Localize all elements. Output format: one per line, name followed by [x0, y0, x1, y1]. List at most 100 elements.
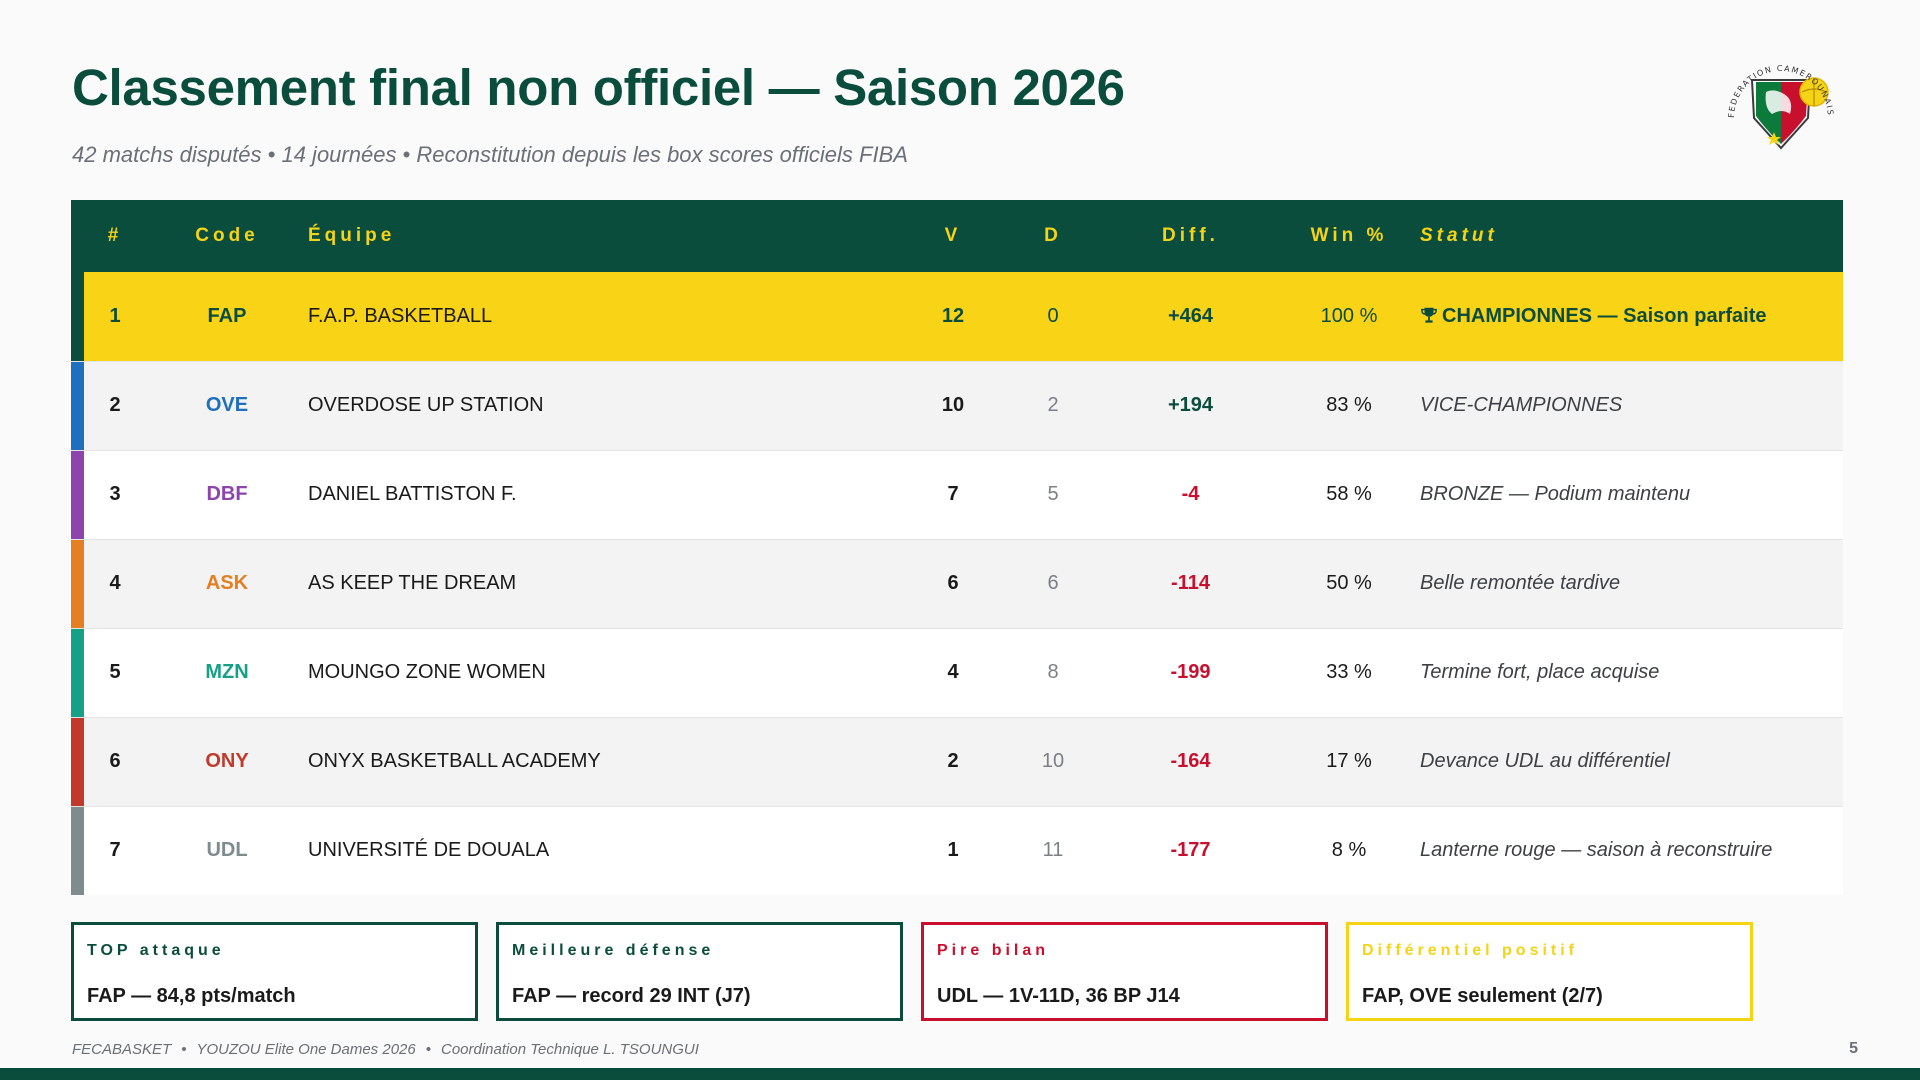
row-win-pct: 50 %	[1278, 538, 1420, 628]
row-status-text: CHAMPIONNES — Saison parfaite	[1442, 304, 1767, 327]
header-losses: D	[1044, 225, 1062, 246]
row-losses: 5	[1003, 449, 1103, 539]
row-color-bar	[71, 805, 84, 895]
row-rank: 6	[84, 716, 146, 806]
row-team-code: ASK	[146, 538, 308, 628]
row-team-name: OVERDOSE UP STATION	[308, 360, 903, 450]
standings-table: # Code Équipe V D Diff. Win % Statut 1 F…	[71, 200, 1843, 895]
row-status: VICE-CHAMPIONNES	[1420, 360, 1843, 450]
row-team-name: AS KEEP THE DREAM	[308, 538, 903, 628]
table-row: 6 ONY ONYX BASKETBALL ACADEMY 2 10 -164 …	[71, 716, 1843, 806]
stat-card-label: TOP attaque	[87, 942, 225, 959]
header-wins: V	[944, 225, 962, 246]
stat-card-best-defense: Meilleure défense FAP — record 29 INT (J…	[496, 922, 903, 1021]
row-status: Lanterne rouge — saison à reconstruire	[1420, 805, 1843, 895]
stat-card-label: Pire bilan	[937, 942, 1050, 959]
row-wins: 6	[903, 538, 1003, 628]
row-losses: 11	[1003, 805, 1103, 895]
row-status: CHAMPIONNES — Saison parfaite	[1420, 272, 1843, 361]
row-rank: 3	[84, 449, 146, 539]
header-status: Statut	[1420, 225, 1498, 246]
row-color-bar	[71, 449, 84, 539]
page-title: Classement final non officiel — Saison 2…	[72, 59, 1125, 116]
row-losses: 10	[1003, 716, 1103, 806]
footer-org: FECABASKET	[72, 1041, 172, 1058]
row-rank: 4	[84, 538, 146, 628]
fecabasket-logo-icon: FEDERATION CAMEROUNAISE DE BASKETBALL	[1712, 52, 1834, 150]
row-color-bar	[71, 538, 84, 628]
row-team-code: DBF	[146, 449, 308, 539]
row-team-code: FAP	[207, 304, 247, 327]
row-status: BRONZE — Podium maintenu	[1420, 449, 1843, 539]
row-team-code: UDL	[146, 805, 308, 895]
row-diff: -199	[1103, 627, 1278, 717]
row-win-pct: 17 %	[1278, 716, 1420, 806]
row-losses: 2	[1003, 360, 1103, 450]
row-rank: 1	[109, 304, 121, 327]
page-number: 5	[1849, 1040, 1858, 1057]
row-win-pct: 58 %	[1278, 449, 1420, 539]
row-team-code: OVE	[146, 360, 308, 450]
row-win-pct: 83 %	[1278, 360, 1420, 450]
trophy-icon	[1421, 307, 1437, 323]
row-diff: +464	[1167, 304, 1214, 327]
row-color-bar	[71, 272, 84, 361]
table-row: 4 ASK AS KEEP THE DREAM 6 6 -114 50 % Be…	[71, 538, 1843, 628]
row-wins: 7	[903, 449, 1003, 539]
row-team-code: ONY	[146, 716, 308, 806]
table-row: 1 FAP F.A.P. BASKETBALL 12 0 +464 100 % …	[71, 272, 1843, 361]
stat-card-value: UDL — 1V-11D, 36 BP J14	[937, 985, 1180, 1007]
page-subtitle: 42 matchs disputés • 14 journées • Recon…	[72, 142, 908, 167]
row-color-bar	[71, 716, 84, 806]
row-diff: +194	[1103, 360, 1278, 450]
row-wins: 12	[941, 304, 965, 327]
row-rank: 5	[84, 627, 146, 717]
row-diff: -4	[1103, 449, 1278, 539]
stat-card-top-attack: TOP attaque FAP — 84,8 pts/match	[71, 922, 478, 1021]
row-win-pct: 33 %	[1278, 627, 1420, 717]
row-team-code: MZN	[146, 627, 308, 717]
footer-separator: •	[181, 1041, 187, 1058]
row-team-name: F.A.P. BASKETBALL	[308, 304, 493, 327]
header-code: Code	[195, 225, 259, 246]
stat-card-value: FAP, OVE seulement (2/7)	[1362, 985, 1603, 1007]
header-team: Équipe	[308, 225, 396, 246]
table-row: 5 MZN MOUNGO ZONE WOMEN 4 8 -199 33 % Te…	[71, 627, 1843, 717]
stat-card-label: Différentiel positif	[1362, 942, 1579, 959]
row-diff: -164	[1103, 716, 1278, 806]
row-diff: -114	[1103, 538, 1278, 628]
bottom-band	[0, 1068, 1920, 1080]
row-losses: 6	[1003, 538, 1103, 628]
footer: FECABASKET • YOUZOU Elite One Dames 2026 • C…	[72, 1041, 699, 1058]
stat-card-worst-record: Pire bilan UDL — 1V-11D, 36 BP J14	[921, 922, 1328, 1021]
stat-card-value: FAP — 84,8 pts/match	[87, 985, 296, 1007]
footer-separator: •	[425, 1041, 431, 1058]
row-losses: 8	[1003, 627, 1103, 717]
table-row: 7 UDL UNIVERSITÉ DE DOUALA 1 11 -177 8 %…	[71, 805, 1843, 895]
row-status: Termine fort, place acquise	[1420, 627, 1843, 717]
row-rank: 7	[84, 805, 146, 895]
table-row: 2 OVE OVERDOSE UP STATION 10 2 +194 83 %…	[71, 360, 1843, 450]
row-diff: -177	[1103, 805, 1278, 895]
row-color-bar	[71, 360, 84, 450]
row-status: Devance UDL au différentiel	[1420, 716, 1843, 806]
header-diff: Diff.	[1162, 225, 1219, 246]
header-win-pct: Win %	[1310, 225, 1388, 246]
stat-card-positive-diff: Différentiel positif FAP, OVE seulement …	[1346, 922, 1753, 1021]
header-rank: #	[107, 225, 123, 246]
footer-coordination: Coordination Technique L. TSOUNGUI	[441, 1041, 699, 1058]
row-losses: 0	[1047, 304, 1059, 327]
row-wins: 4	[903, 627, 1003, 717]
footer-competition: YOUZOU Elite One Dames 2026	[196, 1041, 416, 1058]
row-wins: 2	[903, 716, 1003, 806]
row-wins: 1	[903, 805, 1003, 895]
table-row: 3 DBF DANIEL BATTISTON F. 7 5 -4 58 % BR…	[71, 449, 1843, 539]
row-team-name: UNIVERSITÉ DE DOUALA	[308, 805, 903, 895]
row-win-pct: 100 %	[1320, 304, 1378, 327]
stat-card-value: FAP — record 29 INT (J7)	[512, 985, 751, 1007]
row-wins: 10	[903, 360, 1003, 450]
row-team-name: DANIEL BATTISTON F.	[308, 449, 903, 539]
row-color-bar	[71, 627, 84, 717]
row-win-pct: 8 %	[1278, 805, 1420, 895]
row-rank: 2	[84, 360, 146, 450]
